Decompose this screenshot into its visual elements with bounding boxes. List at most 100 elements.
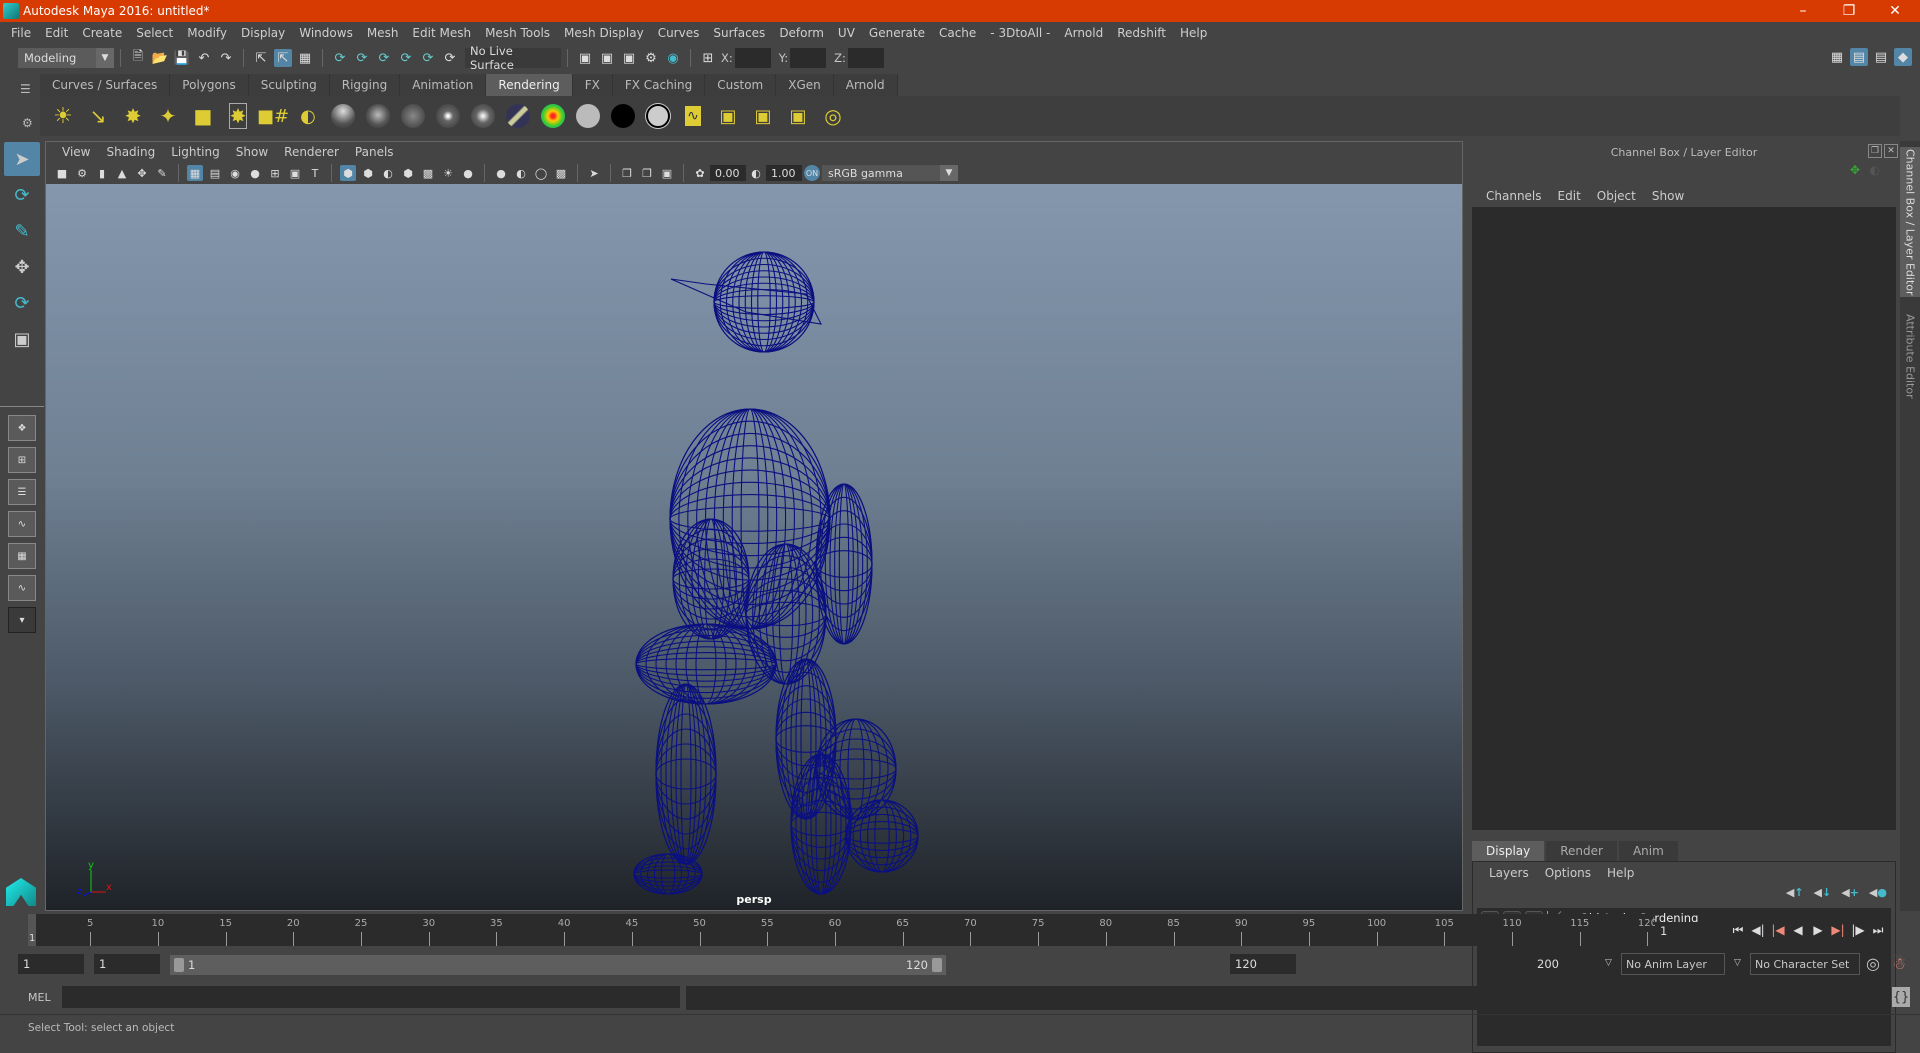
layer-tab-anim[interactable]: Anim xyxy=(1618,841,1678,861)
menu-redshift[interactable]: Redshift xyxy=(1110,26,1173,40)
viewport-menu-lighting[interactable]: Lighting xyxy=(163,145,228,159)
render-layer-override-icon[interactable]: ▣ xyxy=(748,101,778,131)
new-empty-layer-icon[interactable]: ◀+ xyxy=(1841,886,1859,899)
move-layer-up-icon[interactable]: ◀↑ xyxy=(1786,886,1804,899)
field-chart-icon[interactable]: ⊞ xyxy=(267,165,283,181)
menu-mesh[interactable]: Mesh xyxy=(360,26,406,40)
gamma-field[interactable]: 1.00 xyxy=(766,165,802,181)
menu-3dtoall[interactable]: - 3DtoAll - xyxy=(983,26,1057,40)
play-backwards-icon[interactable]: ◀ xyxy=(1790,922,1806,938)
manipulator-icon[interactable]: ✥ xyxy=(1850,163,1860,177)
move-tool-icon[interactable]: ✥ xyxy=(4,250,40,284)
script-editor-icon[interactable]: {} xyxy=(1892,987,1910,1007)
channel-box-menu-channels[interactable]: Channels xyxy=(1478,189,1550,203)
undo-icon[interactable]: ↶ xyxy=(195,49,213,67)
close-button[interactable]: ✕ xyxy=(1872,0,1918,22)
camera-attributes-icon[interactable]: ⚙ xyxy=(74,165,90,181)
select-tool-icon[interactable]: ➤ xyxy=(4,142,40,176)
snap-grid-icon[interactable]: ⟳ xyxy=(331,49,349,67)
bookmarks-icon[interactable]: ▮ xyxy=(94,165,110,181)
shelf-tab-fx-caching[interactable]: FX Caching xyxy=(612,74,706,96)
shelf-tab-arnold[interactable]: Arnold xyxy=(833,74,898,96)
range-end-handle[interactable] xyxy=(932,958,942,972)
gate-mask-icon[interactable]: ● xyxy=(247,165,263,181)
area-light-icon[interactable]: ■ xyxy=(188,101,218,131)
layer-tab-display[interactable]: Display xyxy=(1472,841,1545,861)
2d-pan-zoom-icon[interactable]: ✥ xyxy=(134,165,150,181)
rotate-tool-icon[interactable]: ⟳ xyxy=(4,286,40,320)
smooth-shade-icon[interactable]: ⬢ xyxy=(360,165,376,181)
shelf-tab-polygons[interactable]: Polygons xyxy=(170,74,249,96)
batch-render-icon[interactable]: ▣ xyxy=(713,101,743,131)
menu-uv[interactable]: UV xyxy=(831,26,862,40)
float-panel-icon[interactable]: ❐ xyxy=(1868,144,1882,158)
exposure-icon[interactable]: ✿ xyxy=(692,165,708,181)
xray-active-components-icon[interactable]: ❐ xyxy=(639,165,655,181)
snap-view-plane-icon[interactable]: ⟳ xyxy=(397,49,415,67)
viewport-menu-view[interactable]: View xyxy=(54,145,98,159)
point-light-icon[interactable]: ✸ xyxy=(118,101,148,131)
layered-shader-icon[interactable] xyxy=(503,101,533,131)
menu-surfaces[interactable]: Surfaces xyxy=(706,26,772,40)
volume-light-icon[interactable]: ✸ xyxy=(223,101,253,131)
side-tab-channel-box[interactable]: Channel Box / Layer Editor xyxy=(1900,147,1920,297)
playback-start-field[interactable]: 1 xyxy=(94,954,160,974)
directional-light-icon[interactable]: ↘ xyxy=(83,101,113,131)
four-view-layout-icon[interactable]: ⊞ xyxy=(8,447,36,473)
close-panel-icon[interactable]: ✕ xyxy=(1884,144,1898,158)
animation-preferences-icon[interactable]: ☃ xyxy=(1892,954,1906,973)
step-back-key-icon[interactable]: |◀ xyxy=(1770,922,1786,938)
grid-icon[interactable]: ▦ xyxy=(187,165,203,181)
anisotropic-icon[interactable] xyxy=(468,101,498,131)
current-frame-field[interactable]: 1 xyxy=(1655,922,1723,940)
hypershade-icon[interactable]: ◐ xyxy=(293,101,323,131)
menu-cache[interactable]: Cache xyxy=(932,26,983,40)
select-components-icon[interactable]: ▦ xyxy=(296,49,314,67)
play-forwards-icon[interactable]: ▶ xyxy=(1810,922,1826,938)
channel-box-menu-edit[interactable]: Edit xyxy=(1550,189,1589,203)
safe-title-icon[interactable]: T xyxy=(307,165,323,181)
lasso-tool-icon[interactable]: ⟳ xyxy=(4,178,40,212)
move-layer-down-icon[interactable]: ◀↓ xyxy=(1814,886,1832,899)
graph-editor-layout-icon[interactable]: ∿ xyxy=(8,511,36,537)
select-camera-icon[interactable]: ■ xyxy=(54,165,70,181)
more-layouts-icon[interactable]: ▾ xyxy=(8,607,36,633)
exposure-field[interactable]: 0.00 xyxy=(710,165,746,181)
new-layer-selected-icon[interactable]: ◀● xyxy=(1869,886,1887,899)
isolate-select-icon[interactable]: ➤ xyxy=(586,165,602,181)
ipr-render-icon[interactable]: ◎ xyxy=(818,101,848,131)
viewport-menu-show[interactable]: Show xyxy=(228,145,276,159)
render-sequence-icon[interactable]: ▣ xyxy=(598,49,616,67)
menuset-dropdown[interactable]: Modeling ▼ xyxy=(18,48,114,68)
select-objects-icon[interactable]: ⇱ xyxy=(274,49,292,67)
menu-create[interactable]: Create xyxy=(75,26,129,40)
hypershade-layout-icon[interactable]: ▦ xyxy=(8,543,36,569)
menu-windows[interactable]: Windows xyxy=(292,26,360,40)
menu-deform[interactable]: Deform xyxy=(772,26,831,40)
modeling-toolkit-icon[interactable]: ▦ xyxy=(1828,48,1846,66)
ipr-render-icon[interactable]: ▣ xyxy=(620,49,638,67)
color-management-toggle-icon[interactable]: ON xyxy=(804,165,820,181)
shelf-tab-rigging[interactable]: Rigging xyxy=(329,74,401,96)
render-view-icon[interactable]: ∿ xyxy=(678,101,708,131)
gamma-icon[interactable]: ◐ xyxy=(748,165,764,181)
layer-menu-layers[interactable]: Layers xyxy=(1481,866,1537,880)
film-gate-icon[interactable]: ▤ xyxy=(207,165,223,181)
phong-icon[interactable] xyxy=(398,101,428,131)
wireframe-icon[interactable]: ⬢ xyxy=(340,165,356,181)
menu-generate[interactable]: Generate xyxy=(862,26,932,40)
render-settings-icon[interactable]: ⚙ xyxy=(642,49,660,67)
menu-curves[interactable]: Curves xyxy=(651,26,707,40)
tool-settings-toggle-icon[interactable]: ▤ xyxy=(1872,48,1890,66)
menu-edit[interactable]: Edit xyxy=(38,26,75,40)
z-field[interactable] xyxy=(847,48,884,68)
use-all-lights-icon[interactable]: ☀ xyxy=(440,165,456,181)
menu-mesh-display[interactable]: Mesh Display xyxy=(557,26,651,40)
live-surface-field[interactable]: No Live Surface xyxy=(465,44,561,72)
resolution-gate-icon[interactable]: ◉ xyxy=(227,165,243,181)
range-start-handle[interactable] xyxy=(174,958,184,972)
single-perspective-layout-icon[interactable]: ❖ xyxy=(8,415,36,441)
anti-aliasing-icon[interactable]: ◯ xyxy=(533,165,549,181)
y-field[interactable] xyxy=(790,48,827,68)
wireframe-on-shaded-icon[interactable]: ⬢ xyxy=(400,165,416,181)
